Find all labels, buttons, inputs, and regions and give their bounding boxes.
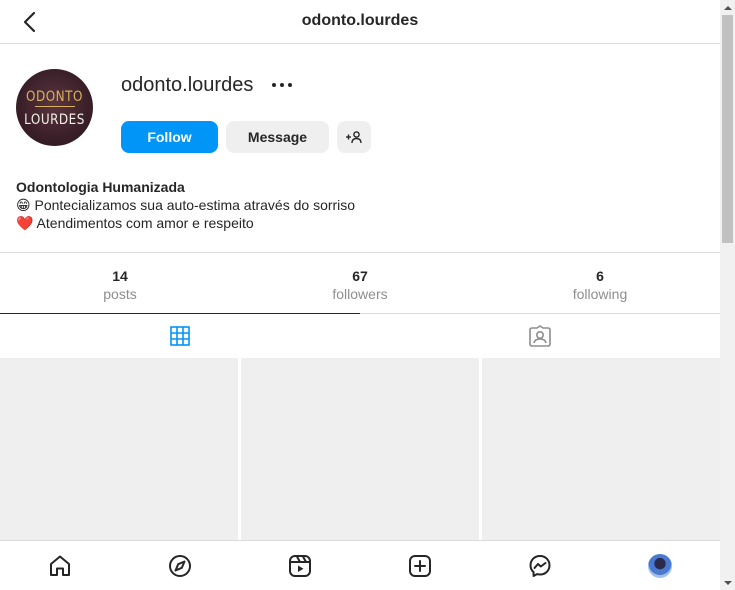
stat-label: posts: [103, 286, 137, 302]
messenger-icon: [529, 554, 551, 577]
page-title: odonto.lourdes: [301, 12, 419, 29]
profile-page: odonto.lourdes ODONTO LOURDES odonto.lou…: [0, 0, 720, 590]
tab-posts[interactable]: [0, 313, 360, 358]
posts-grid: [0, 358, 720, 540]
tab-tagged[interactable]: [360, 314, 720, 358]
more-options-button[interactable]: [268, 73, 296, 97]
bottom-nav: [0, 540, 720, 590]
post-thumbnail[interactable]: [241, 358, 479, 540]
stat-label: followers: [332, 286, 388, 302]
arrow-down-icon: [723, 580, 732, 585]
stat-followers[interactable]: 67 followers: [240, 253, 480, 314]
more-dots-icon: [288, 83, 292, 87]
home-icon: [50, 555, 70, 576]
nav-explore[interactable]: [120, 541, 240, 590]
follow-button[interactable]: Follow: [121, 121, 218, 153]
profile-avatar[interactable]: ODONTO LOURDES: [16, 69, 93, 146]
stat-label: following: [572, 286, 628, 302]
profile-bio: Odontologia Humanizada 😁 Pontecializamos…: [16, 178, 355, 232]
explore-icon: [169, 554, 191, 577]
bio-name: Odontologia Humanizada: [16, 179, 185, 195]
more-dots-icon: [280, 83, 284, 87]
message-button[interactable]: Message: [226, 121, 329, 153]
avatar-logo-divider: [34, 106, 75, 107]
bio-line: ❤️ Atendimentos com amor e respeito: [16, 215, 254, 231]
avatar-logo-line2: LOURDES: [24, 110, 85, 128]
reels-icon: [289, 554, 311, 577]
post-thumbnail[interactable]: [482, 358, 720, 540]
grid-icon: [170, 326, 190, 346]
profile-avatar-icon: [648, 553, 672, 578]
stat-value: 14: [112, 268, 128, 284]
stat-following[interactable]: 6 following: [480, 253, 720, 314]
nav-new-post[interactable]: [360, 541, 480, 590]
vertical-scrollbar[interactable]: [720, 0, 735, 590]
stat-posts: 14 posts: [0, 253, 240, 314]
add-user-icon: [346, 131, 362, 144]
profile-stats: 14 posts 67 followers 6 following: [0, 252, 720, 314]
post-thumbnail[interactable]: [0, 358, 238, 540]
stat-value: 6: [596, 268, 604, 284]
scrollbar-thumb[interactable]: [722, 15, 733, 243]
nav-reels[interactable]: [240, 541, 360, 590]
nav-messenger[interactable]: [480, 541, 600, 590]
more-dots-icon: [272, 83, 276, 87]
scroll-down-button[interactable]: [720, 575, 735, 590]
profile-tabs: [0, 313, 720, 358]
profile-username: odonto.lourdes: [121, 74, 254, 96]
scroll-up-button[interactable]: [720, 0, 735, 15]
bio-line: 😁 Pontecializamos sua auto-estima atravé…: [16, 197, 356, 213]
new-post-icon: [409, 554, 431, 577]
tagged-icon: [529, 325, 551, 347]
nav-home[interactable]: [0, 541, 120, 590]
stat-value: 67: [352, 268, 368, 284]
avatar-logo-line1: ODONTO: [26, 87, 83, 105]
suggest-users-button[interactable]: [337, 121, 371, 153]
nav-profile[interactable]: [600, 541, 720, 590]
arrow-up-icon: [723, 5, 732, 10]
top-bar: odonto.lourdes: [0, 0, 720, 44]
